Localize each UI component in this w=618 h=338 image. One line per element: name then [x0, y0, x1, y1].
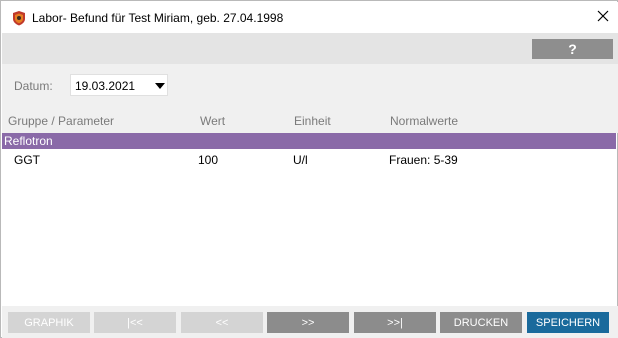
table-row[interactable]: GGT 100 U/l Frauen: 5-39	[2, 150, 616, 170]
close-button[interactable]	[587, 2, 618, 33]
cell-einheit: U/l	[293, 153, 308, 167]
speichern-button[interactable]: SPEICHERN	[527, 312, 609, 333]
column-header-normalwerte[interactable]: Normalwerte	[390, 114, 458, 128]
help-button[interactable]: ?	[532, 39, 613, 59]
last-record-button[interactable]: >>|	[354, 312, 436, 333]
labor-befund-window: Labor- Befund für Test Miriam, geb. 27.0…	[0, 0, 618, 338]
graphik-button[interactable]: GRAPHIK	[8, 312, 90, 333]
first-record-button[interactable]: |<<	[94, 312, 176, 333]
column-header-gruppe[interactable]: Gruppe / Parameter	[8, 114, 114, 128]
next-record-button[interactable]: >>	[267, 312, 349, 333]
group-row-reflotron[interactable]: Reflotron	[2, 133, 616, 149]
date-dropdown[interactable]: 19.03.2021	[70, 74, 168, 96]
table-header: Gruppe / Parameter Wert Einheit Normalwe…	[2, 107, 618, 133]
cell-normalwerte: Frauen: 5-39	[389, 153, 458, 167]
app-logo-icon	[11, 10, 27, 26]
chevron-down-icon[interactable]	[155, 83, 165, 89]
table-body	[2, 149, 616, 305]
date-label: Datum:	[14, 79, 53, 93]
column-header-einheit[interactable]: Einheit	[294, 114, 331, 128]
drucken-button[interactable]: DRUCKEN	[440, 312, 522, 333]
help-toolbar: ?	[2, 33, 618, 64]
date-filter-row: Datum: 19.03.2021	[2, 64, 618, 107]
group-label: Reflotron	[4, 134, 53, 148]
previous-record-button[interactable]: <<	[181, 312, 263, 333]
column-header-wert[interactable]: Wert	[200, 114, 225, 128]
date-value: 19.03.2021	[75, 79, 136, 93]
close-icon[interactable]	[597, 10, 609, 25]
cell-parameter: GGT	[14, 153, 40, 167]
window-title: Labor- Befund für Test Miriam, geb. 27.0…	[32, 11, 284, 25]
title-bar: Labor- Befund für Test Miriam, geb. 27.0…	[2, 2, 618, 33]
cell-wert: 100	[198, 153, 219, 167]
action-bar: GRAPHIK |<< << >> >>| DRUCKEN SPEICHERN	[2, 306, 618, 338]
